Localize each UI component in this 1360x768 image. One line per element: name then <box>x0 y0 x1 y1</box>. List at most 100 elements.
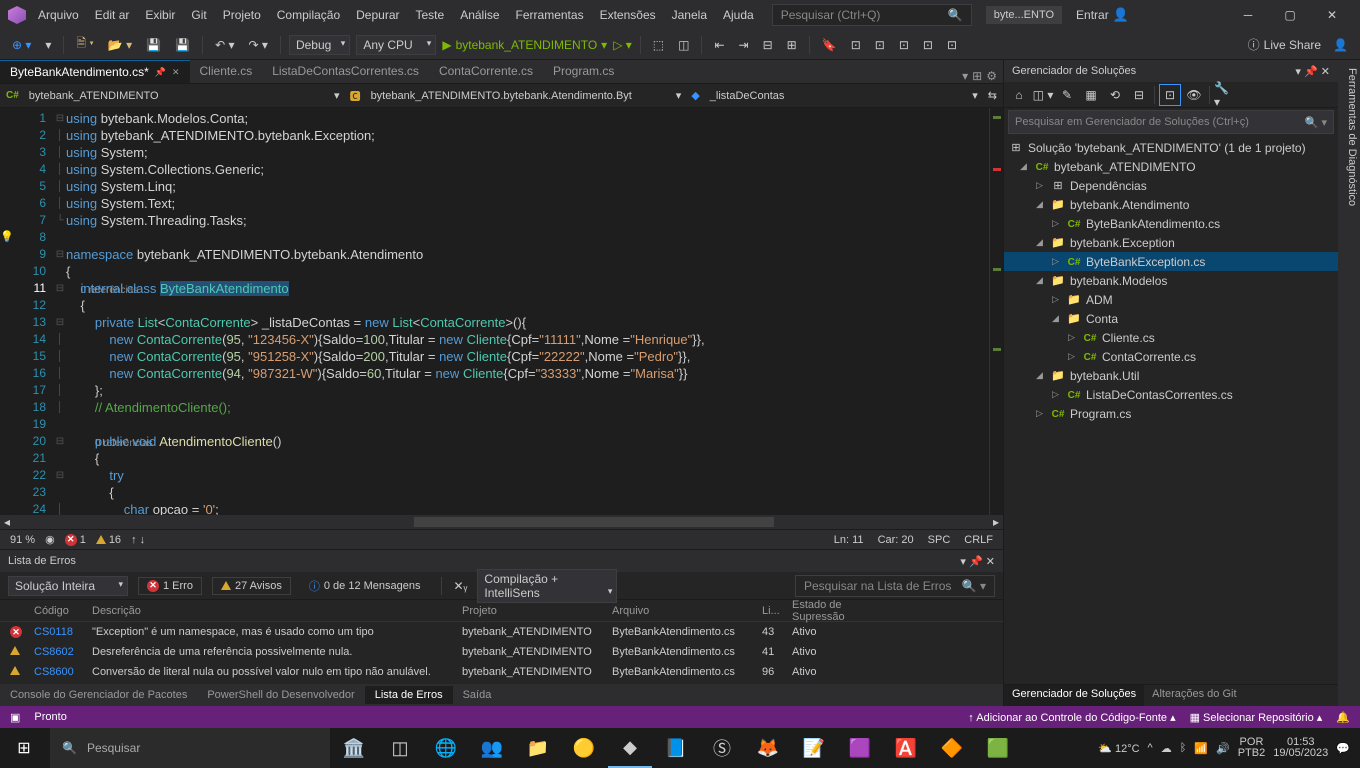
switch-views-icon[interactable]: ◫ ▾ <box>1032 84 1054 106</box>
widgets-icon[interactable]: 🏛️ <box>332 728 376 768</box>
firefox-icon[interactable]: 🦊 <box>746 728 790 768</box>
nav-split-icon[interactable]: ⇆ <box>988 89 997 102</box>
solution-root[interactable]: ⊞ Solução 'bytebank_ATENDIMENTO' (1 de 1… <box>1004 138 1338 157</box>
solution-tree[interactable]: ⊞ Solução 'bytebank_ATENDIMENTO' (1 de 1… <box>1004 136 1338 684</box>
expand-icon[interactable]: ◢ <box>1052 313 1062 324</box>
edge-icon[interactable]: 🌐 <box>424 728 468 768</box>
menu-projeto[interactable]: Projeto <box>215 4 269 26</box>
lang-indicator[interactable]: PORPTB2 <box>1238 737 1266 759</box>
tree-item[interactable]: ▷C#ByteBankException.cs <box>1004 252 1338 271</box>
error-row[interactable]: CS8602Desreferência de uma referência po… <box>0 642 1003 662</box>
app-icon[interactable]: 🟪 <box>838 728 882 768</box>
pin-icon[interactable]: 📌 <box>1304 66 1318 78</box>
code-content[interactable]: using bytebank.Modelos.Conta;using byteb… <box>66 108 989 515</box>
nav-member[interactable]: _listaDeContas ▾ <box>704 87 984 104</box>
clock[interactable]: 01:5319/05/2023 <box>1273 737 1328 759</box>
errors-toggle[interactable]: ✕ 1 Erro <box>138 577 202 595</box>
pin-icon[interactable]: 📌 <box>155 67 166 78</box>
menu-arquivo[interactable]: Arquivo <box>30 4 87 26</box>
expand-icon[interactable]: ◢ <box>1036 370 1046 381</box>
menu-janela[interactable]: Janela <box>664 4 715 26</box>
expand-icon[interactable]: ▷ <box>1036 408 1046 419</box>
bottom-tab[interactable]: Console do Gerenciador de Pacotes <box>0 686 197 704</box>
signin-button[interactable]: Entrar 👤 <box>1076 7 1129 23</box>
sync-icon[interactable]: ✎ <box>1056 84 1078 106</box>
expand-icon[interactable]: ◢ <box>1036 237 1046 248</box>
wifi-icon[interactable]: 📶 <box>1194 742 1208 755</box>
panel-opts-icon[interactable]: ▾ <box>1295 66 1301 78</box>
config-combo[interactable]: Debug <box>289 35 350 55</box>
error-row[interactable]: CS8600Conversão de literal nula ou possí… <box>0 662 1003 682</box>
word-icon[interactable]: 📘 <box>654 728 698 768</box>
start-noattach-button[interactable]: ▷ ▾ <box>613 38 632 52</box>
zoom-level[interactable]: 91 % <box>10 534 35 546</box>
fold-gutter[interactable]: ⊟│││││└⊟⊟⊟│││││⊟⊟││ <box>54 108 66 515</box>
editor-tab[interactable]: ContaCorrente.cs <box>429 60 543 83</box>
tree-item[interactable]: ▷C#Program.cs <box>1004 404 1338 423</box>
wrench-icon[interactable]: 🔧 ▾ <box>1214 84 1236 106</box>
open-button[interactable]: 📂 ▾ <box>104 36 136 54</box>
repo-button[interactable]: ▦ Selecionar Repositório ▴ <box>1190 711 1323 724</box>
expand-icon[interactable]: ◢ <box>1020 161 1030 172</box>
menu-ajuda[interactable]: Ajuda <box>715 4 762 26</box>
editor-tab[interactable]: Program.cs <box>543 60 624 83</box>
tree-item[interactable]: ◢C#bytebank_ATENDIMENTO <box>1004 157 1338 176</box>
expand-icon[interactable]: ▷ <box>1036 180 1046 191</box>
tb-misc-2[interactable]: ⊡ <box>871 36 889 54</box>
horizontal-scrollbar[interactable]: ◂▸ <box>0 515 1003 529</box>
vs-icon[interactable]: ◆ <box>608 728 652 768</box>
warnings-toggle[interactable]: 27 Avisos <box>212 577 291 595</box>
bt-icon[interactable]: ᛒ <box>1180 742 1187 754</box>
back-button[interactable]: ⊕ ▾ <box>8 36 35 54</box>
solution-tab[interactable]: Gerenciador de Soluções <box>1004 685 1144 706</box>
tb-icon-2[interactable]: ◫ <box>674 36 693 54</box>
save-button[interactable]: 💾 <box>142 36 165 54</box>
expand-icon[interactable]: ▷ <box>1068 351 1078 362</box>
explorer-icon[interactable]: 📁 <box>516 728 560 768</box>
new-button[interactable]: 🗎 ▾ <box>72 32 97 57</box>
error-row[interactable]: ✕CS0118"Exception" é um namespace, mas é… <box>0 622 1003 642</box>
encoding-indicator[interactable]: CRLF <box>964 534 993 546</box>
tree-item[interactable]: ◢📁bytebank.Util <box>1004 366 1338 385</box>
refresh-icon[interactable]: ⟲ <box>1104 84 1126 106</box>
tree-item[interactable]: ▷C#ListaDeContasCorrentes.cs <box>1004 385 1338 404</box>
editor-tab[interactable]: ListaDeContasCorrentes.cs <box>262 60 429 83</box>
clear-icon[interactable]: ✕ᵧ <box>454 579 468 593</box>
source-control-button[interactable]: ↑ Adicionar ao Controle do Código-Fonte … <box>968 711 1175 724</box>
menu-teste[interactable]: Teste <box>408 4 453 26</box>
taskbar-search[interactable]: 🔍 Pesquisar <box>50 728 330 768</box>
tree-item[interactable]: ▷C#ByteBankAtendimento.cs <box>1004 214 1338 233</box>
tb-misc-1[interactable]: ⊡ <box>847 36 865 54</box>
tree-item[interactable]: ◢📁bytebank.Modelos <box>1004 271 1338 290</box>
redo-button[interactable]: ↷ ▾ <box>245 36 272 54</box>
props-icon[interactable]: ⊡ <box>1159 84 1181 106</box>
editor-tab[interactable]: Cliente.cs <box>190 60 263 83</box>
expand-icon[interactable]: ▷ <box>1068 332 1078 343</box>
breakpoint-gutter[interactable]: 💡 <box>0 108 14 515</box>
nav-project[interactable]: bytebank_ATENDIMENTO ▾ <box>23 87 346 104</box>
nav-button[interactable]: ▾ <box>41 36 55 54</box>
nav-arrows[interactable]: ↑ ↓ <box>131 534 145 546</box>
volume-icon[interactable]: 🔊 <box>1216 742 1230 755</box>
code-editor[interactable]: 💡 12345678910111213141516171819202122232… <box>0 108 1003 515</box>
panel-opts-icon[interactable]: ▾ <box>960 556 966 568</box>
search-input[interactable]: Pesquisar (Ctrl+Q) 🔍 <box>772 4 972 26</box>
vlc-icon[interactable]: 🔶 <box>930 728 974 768</box>
expand-icon[interactable]: ▷ <box>1052 389 1062 400</box>
tb-uncomment[interactable]: ⊞ <box>783 36 801 54</box>
error-count[interactable]: ✕ 1 <box>65 534 86 546</box>
close-icon[interactable]: ✕ <box>172 67 180 78</box>
weather-widget[interactable]: ⛅ 12°C <box>1098 742 1139 755</box>
scope-combo[interactable]: Solução Inteira <box>8 576 128 596</box>
warning-count[interactable]: 16 <box>96 534 121 546</box>
taskview-icon[interactable]: ◫ <box>378 728 422 768</box>
solution-tab[interactable]: Alterações do Git <box>1144 685 1244 706</box>
bottom-tab[interactable]: Saída <box>453 686 502 704</box>
expand-icon[interactable]: ▷ <box>1052 256 1062 267</box>
menu-edit ar[interactable]: Edit ar <box>87 4 138 26</box>
acrobat-icon[interactable]: 🅰️ <box>884 728 928 768</box>
tree-item[interactable]: ▷C#ContaCorrente.cs <box>1004 347 1338 366</box>
error-search-input[interactable]: Pesquisar na Lista de Erros 🔍 ▾ <box>795 575 995 597</box>
start-button[interactable]: ▶ bytebank_ATENDIMENTO ▾ <box>442 38 607 52</box>
tab-split[interactable]: ⊞ <box>972 69 982 83</box>
